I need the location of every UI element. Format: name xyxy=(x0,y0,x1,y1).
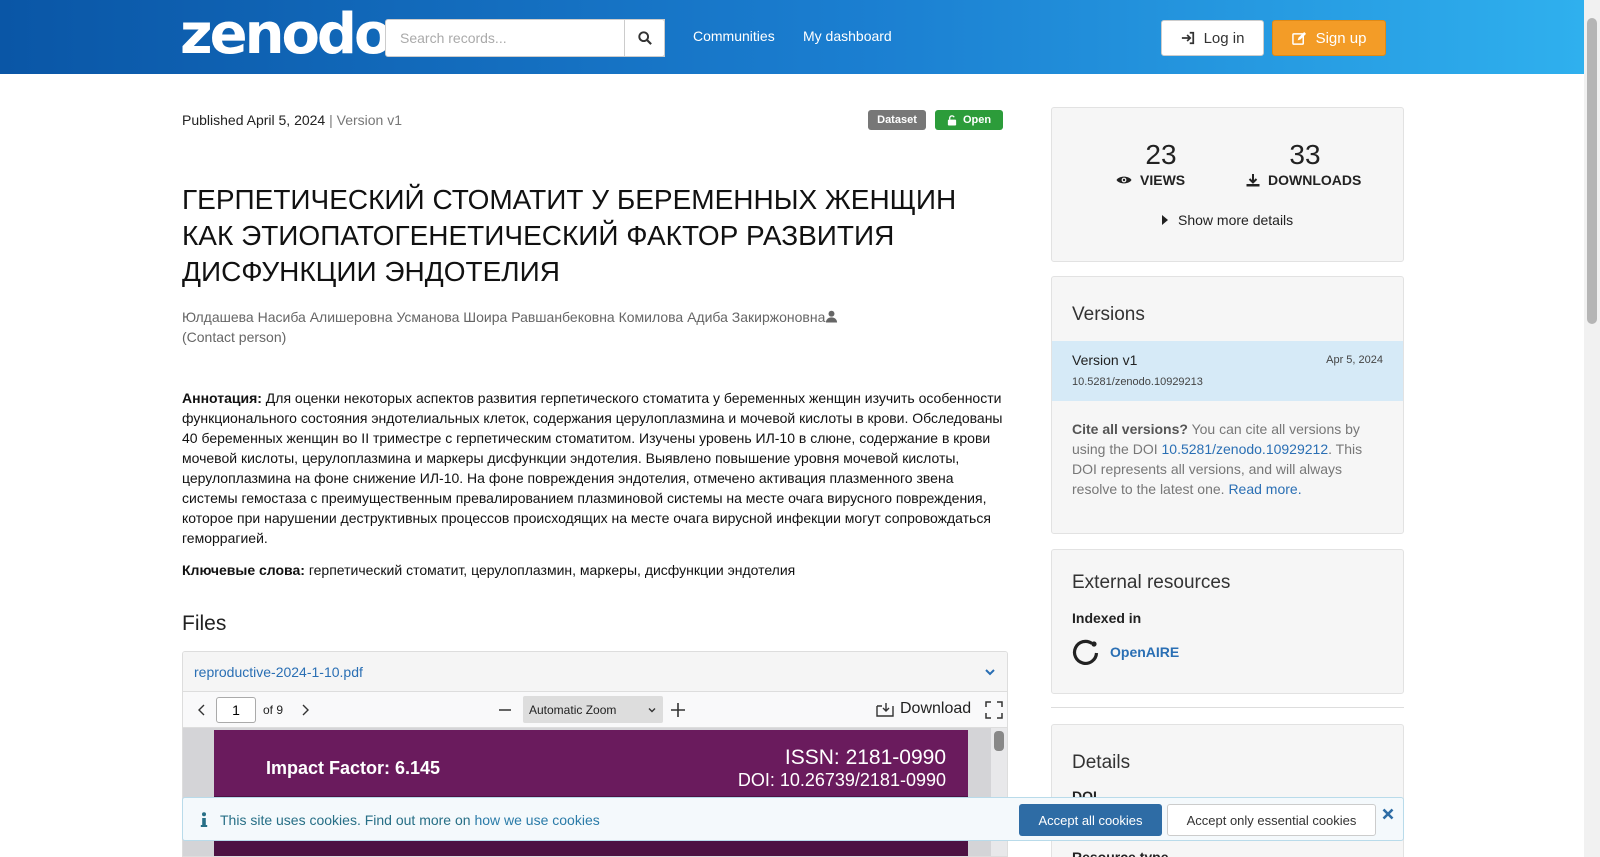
resource-type-badge[interactable]: Dataset xyxy=(868,110,926,130)
search-button[interactable] xyxy=(624,19,665,57)
unlock-icon xyxy=(947,114,957,126)
signup-label: Sign up xyxy=(1315,29,1367,47)
page-number-input[interactable] xyxy=(216,697,256,723)
journal-doi-text: DOI: 10.26739/2181-0990 xyxy=(737,770,946,790)
publication-info: Published April 5, 2024 | Version v1 xyxy=(182,112,402,128)
external-resources-card: External resources Indexed in OpenAIRE xyxy=(1051,549,1404,694)
nav-communities[interactable]: Communities xyxy=(693,28,775,44)
page-count: of 9 xyxy=(263,703,284,717)
version-doi: 10.5281/zenodo.10929213 xyxy=(1072,376,1203,388)
pdf-download-label: Download xyxy=(900,700,972,717)
cookie-banner: This site uses cookies. Find out more on… xyxy=(182,797,1404,841)
zoom-value: Automatic Zoom xyxy=(529,702,617,717)
sidebar-divider xyxy=(1051,707,1404,708)
authors-names[interactable]: Юлдашева Насиба Алишеровна Усманова Шоир… xyxy=(182,309,825,325)
downloads-count: 33 xyxy=(1289,139,1321,170)
next-page-icon[interactable] xyxy=(298,703,312,717)
keywords-label: Ключевые слова: xyxy=(182,562,305,578)
previous-page-icon[interactable] xyxy=(195,703,209,717)
page-scrollbar[interactable] xyxy=(1584,0,1600,857)
issn-text: ISSN: 2181-0990 xyxy=(784,746,946,769)
site-header: zenodo Communities My dashboard Log in S… xyxy=(0,0,1584,74)
version-label[interactable]: Version v1 xyxy=(1072,352,1137,368)
caret-right-icon xyxy=(1162,215,1168,225)
views-label: VIEWS xyxy=(1116,172,1185,188)
sign-in-icon xyxy=(1181,31,1194,45)
zoom-select[interactable]: Automatic Zoom xyxy=(523,696,663,723)
pdf-toolbar: of 9 Automatic Zoom Download xyxy=(183,692,1007,728)
chevron-down-icon xyxy=(648,707,656,712)
openaire-logo-icon xyxy=(1072,639,1099,665)
user-icon xyxy=(826,310,838,323)
indexed-in-label: Indexed in xyxy=(1072,610,1142,626)
download-icon xyxy=(876,703,894,717)
download-icon xyxy=(1246,174,1260,187)
accept-all-cookies-button[interactable]: Accept all cookies xyxy=(1019,804,1162,836)
keywords-text: герпетический стоматит, церулоплазмин, м… xyxy=(304,562,796,578)
versions-title: Versions xyxy=(1072,304,1145,325)
access-badge-label: Open xyxy=(962,114,992,126)
file-name-link[interactable]: reproductive-2024-1-10.pdf xyxy=(194,664,363,680)
downloads-label: DOWNLOADS xyxy=(1246,172,1361,188)
info-icon xyxy=(200,812,208,827)
versions-card: Versions Version v1 Apr 5, 2024 10.5281/… xyxy=(1051,276,1404,534)
read-more-link[interactable]: Read more. xyxy=(1228,481,1301,497)
zoom-in-icon[interactable] xyxy=(669,701,687,719)
openaire-link[interactable]: OpenAIRE xyxy=(1072,638,1179,666)
show-more-details[interactable]: Show more details xyxy=(1162,212,1293,228)
zenodo-logo[interactable]: zenodo xyxy=(180,4,392,66)
chevron-down-icon[interactable] xyxy=(984,666,996,678)
cookie-message: This site uses cookies. Find out more on… xyxy=(220,812,600,828)
show-more-details-label: Show more details xyxy=(1178,212,1294,228)
version-label: | Version v1 xyxy=(329,112,403,128)
login-label: Log in xyxy=(1203,29,1245,47)
abstract-text: Для оценки некоторых аспектов развития г… xyxy=(182,390,1003,546)
zoom-out-icon[interactable] xyxy=(497,702,513,718)
downloads-label-text: DOWNLOADS xyxy=(1268,172,1362,188)
openaire-label: OpenAIRE xyxy=(1110,644,1180,660)
signup-button[interactable]: Sign up xyxy=(1272,20,1386,56)
search-input[interactable] xyxy=(385,19,665,57)
version-row[interactable]: Version v1 Apr 5, 2024 10.5281/zenodo.10… xyxy=(1052,341,1403,401)
files-heading: Files xyxy=(182,612,227,635)
external-resources-title: External resources xyxy=(1072,572,1231,593)
search-icon xyxy=(637,31,652,45)
resource-type-label: Resource type xyxy=(1072,849,1169,857)
stats-card: 23 VIEWS 33 DOWNLOADS Show more details xyxy=(1051,107,1404,262)
views-label-text: VIEWS xyxy=(1140,172,1186,188)
impact-factor-text: Impact Factor: 6.145 xyxy=(266,758,441,778)
pdf-download-button[interactable]: Download xyxy=(876,700,971,718)
version-date: Apr 5, 2024 xyxy=(1326,354,1383,366)
record-title: ГЕРПЕТИЧЕСКИЙ СТОМАТИТ У БЕРЕМЕННЫХ ЖЕНЩ… xyxy=(182,184,957,287)
views-count: 23 xyxy=(1145,139,1177,170)
cite-all-versions: Cite all versions? You can cite all vers… xyxy=(1072,419,1377,499)
close-icon[interactable] xyxy=(1382,808,1394,820)
edit-icon xyxy=(1291,31,1306,45)
abstract: Аннотация: Для оценки некоторых аспектов… xyxy=(182,388,1010,548)
nav-my-dashboard[interactable]: My dashboard xyxy=(803,28,892,44)
cite-question: Cite all versions? xyxy=(1072,421,1188,437)
fullscreen-icon[interactable] xyxy=(985,701,1003,719)
pdf-scrollbar-thumb[interactable] xyxy=(994,731,1004,751)
authors-list: Юлдашева Насиба Алишеровна Усманова Шоир… xyxy=(182,307,862,347)
published-date: Published April 5, 2024 xyxy=(182,112,326,128)
accept-essential-cookies-button[interactable]: Accept only essential cookies xyxy=(1167,804,1376,836)
details-title: Details xyxy=(1072,752,1131,773)
cookie-policy-link[interactable]: how we use cookies xyxy=(474,812,599,828)
abstract-label: Аннотация: xyxy=(182,390,262,406)
cookie-text: This site uses cookies. Find out more on xyxy=(220,812,475,828)
contact-person-role: (Contact person) xyxy=(182,329,287,345)
file-header[interactable]: reproductive-2024-1-10.pdf xyxy=(183,652,1007,692)
login-button[interactable]: Log in xyxy=(1161,20,1264,56)
concept-doi-link[interactable]: 10.5281/zenodo.10929212 xyxy=(1162,441,1329,457)
keywords: Ключевые слова: герпетический стоматит, … xyxy=(182,562,1010,578)
eye-icon xyxy=(1116,176,1132,184)
access-badge[interactable]: Open xyxy=(935,110,1003,130)
page-scrollbar-thumb[interactable] xyxy=(1587,18,1597,324)
